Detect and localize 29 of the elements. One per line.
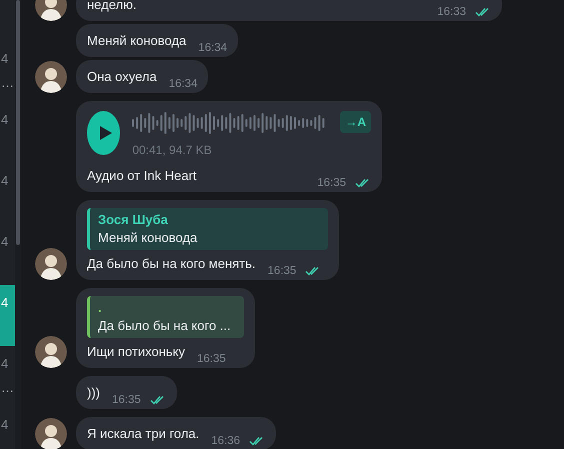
message-time: 16:34	[168, 78, 198, 90]
chat-list-item[interactable]: 4	[0, 102, 15, 163]
message-text: Меняй коновода	[87, 32, 186, 50]
message-time: 16:35	[317, 177, 346, 189]
reply-quote[interactable]: Зося Шуба Меняй коновода	[87, 208, 328, 250]
message-time: 16:36	[211, 435, 240, 447]
chat-list-item[interactable]: 4	[0, 224, 15, 285]
chat-list-item[interactable]: 4 …	[0, 346, 15, 407]
chat-list-item[interactable]: 4	[0, 285, 15, 346]
message-time: 16:35	[196, 353, 226, 365]
message-time: 16:34	[198, 42, 228, 54]
transcribe-button[interactable]: →A	[340, 111, 371, 133]
message-text: Я искала три гола.	[87, 425, 200, 443]
audio-info: 00:41, 94.7 KB	[132, 143, 213, 157]
message-time: 16:35	[112, 394, 141, 406]
chat-list-item[interactable]: 4 …	[0, 41, 15, 102]
message-time: 16:35	[268, 265, 296, 277]
chat-list-item[interactable]: 4	[0, 163, 15, 224]
play-icon	[98, 125, 113, 141]
chat-list-item[interactable]: 4	[0, 407, 15, 449]
message-text: )))	[87, 384, 100, 402]
play-button[interactable]	[87, 111, 120, 155]
message-text: неделю.	[87, 0, 136, 14]
message-time: 16:33	[437, 6, 466, 18]
audio-caption: Аудио от Ink Heart	[87, 167, 197, 185]
message-text: Ищи потихоньку	[87, 343, 185, 361]
message-text: Она охуела	[87, 68, 157, 86]
message-text: Да было бы на кого менять.	[87, 255, 256, 273]
reply-quote[interactable]: . Да было бы на кого ...	[87, 296, 244, 338]
